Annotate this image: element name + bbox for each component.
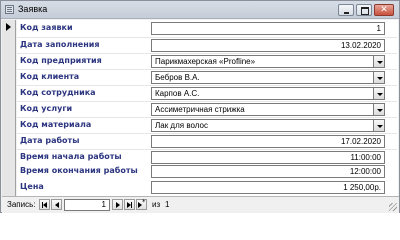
company-code-combo[interactable]: Парикмахерская «Profline»	[151, 55, 384, 68]
record-selector[interactable]	[2, 20, 16, 196]
client-code-label: Код клиента	[20, 72, 80, 81]
price-field[interactable]: 1 250,00р.	[151, 181, 385, 194]
employee-code-label: Код сотрудника	[20, 88, 96, 97]
employee-code-combo[interactable]: Карпов А.С.	[151, 87, 384, 100]
material-code-label: Код материала	[20, 120, 92, 129]
chevron-down-icon[interactable]	[373, 119, 385, 132]
close-button[interactable]: ✕	[374, 4, 394, 16]
end-time-label: Время окончания работы	[20, 166, 138, 175]
field-row-end-time: Время окончания работы 12:00:00	[17, 165, 397, 179]
price-label: Цена	[20, 182, 44, 191]
divider	[17, 101, 397, 102]
record-label: Запись:	[7, 200, 36, 209]
field-row-work-date: Дата работы 17.02.2020	[17, 135, 397, 149]
resize-grip-icon[interactable]	[389, 203, 397, 211]
minimize-button[interactable]	[338, 4, 354, 16]
first-record-button[interactable]	[39, 199, 50, 210]
request-code-field[interactable]: 1	[151, 22, 385, 35]
fill-date-field[interactable]: 13.02.2020	[151, 39, 385, 52]
divider	[17, 37, 397, 38]
field-row-start-time: Время начала работы 11:00:00	[17, 151, 397, 165]
field-row-material-code: Код материала Лак для волос	[17, 119, 397, 133]
field-row-client-code: Код клиента Бебров В.А.	[17, 71, 397, 85]
chevron-down-icon[interactable]	[373, 71, 385, 84]
divider	[17, 133, 397, 134]
service-code-label: Код услуги	[20, 104, 73, 113]
divider	[17, 69, 397, 70]
divider	[17, 85, 397, 86]
field-row-request-code: Код заявки 1	[17, 22, 397, 36]
divider	[17, 149, 397, 150]
field-row-fill-date: Дата заполнения 13.02.2020	[17, 39, 397, 53]
company-code-label: Код предприятия	[20, 56, 102, 65]
service-code-combo[interactable]: Ассиметричная стрижка	[151, 103, 384, 116]
current-record-input[interactable]: 1	[64, 199, 110, 211]
record-navigation-bar: Запись: 1 * из 1	[2, 196, 399, 213]
price-row-bg: Цена 1 250,00р.	[17, 181, 398, 196]
divider	[17, 53, 397, 54]
form-icon	[5, 5, 14, 14]
previous-record-button[interactable]	[51, 199, 62, 210]
title-bar[interactable]: Заявка ✕	[1, 1, 399, 19]
chevron-down-icon[interactable]	[373, 103, 385, 116]
total-records: 1	[165, 200, 170, 209]
field-row-company-code: Код предприятия Парикмахерская «Profline…	[17, 55, 397, 69]
chevron-down-icon[interactable]	[373, 55, 385, 68]
chevron-down-icon[interactable]	[373, 87, 385, 100]
start-time-label: Время начала работы	[20, 152, 122, 161]
form-window: Заявка ✕ Код заявки 1 Дата заполнения 13…	[0, 0, 400, 213]
divider	[17, 117, 397, 118]
field-row-employee-code: Код сотрудника Карпов А.С.	[17, 87, 397, 101]
current-record-arrow-icon	[6, 23, 11, 31]
request-code-label: Код заявки	[20, 23, 73, 32]
last-record-button[interactable]	[124, 199, 135, 210]
field-row-price: Цена 1 250,00р.	[17, 181, 397, 195]
material-code-combo[interactable]: Лак для волос	[151, 119, 384, 132]
window-title: Заявка	[18, 4, 48, 14]
client-code-combo[interactable]: Бебров В.А.	[151, 71, 384, 84]
work-date-field[interactable]: 17.02.2020	[151, 135, 385, 148]
start-time-field[interactable]: 11:00:00	[151, 151, 385, 164]
new-record-button[interactable]: *	[136, 198, 147, 210]
field-row-service-code: Код услуги Ассиметричная стрижка	[17, 103, 397, 117]
work-date-label: Дата работы	[20, 136, 80, 145]
maximize-button[interactable]	[356, 4, 372, 16]
fill-date-label: Дата заполнения	[20, 40, 100, 49]
of-label: из	[152, 200, 161, 209]
next-record-button[interactable]	[112, 199, 123, 210]
end-time-field[interactable]: 12:00:00	[151, 165, 385, 178]
